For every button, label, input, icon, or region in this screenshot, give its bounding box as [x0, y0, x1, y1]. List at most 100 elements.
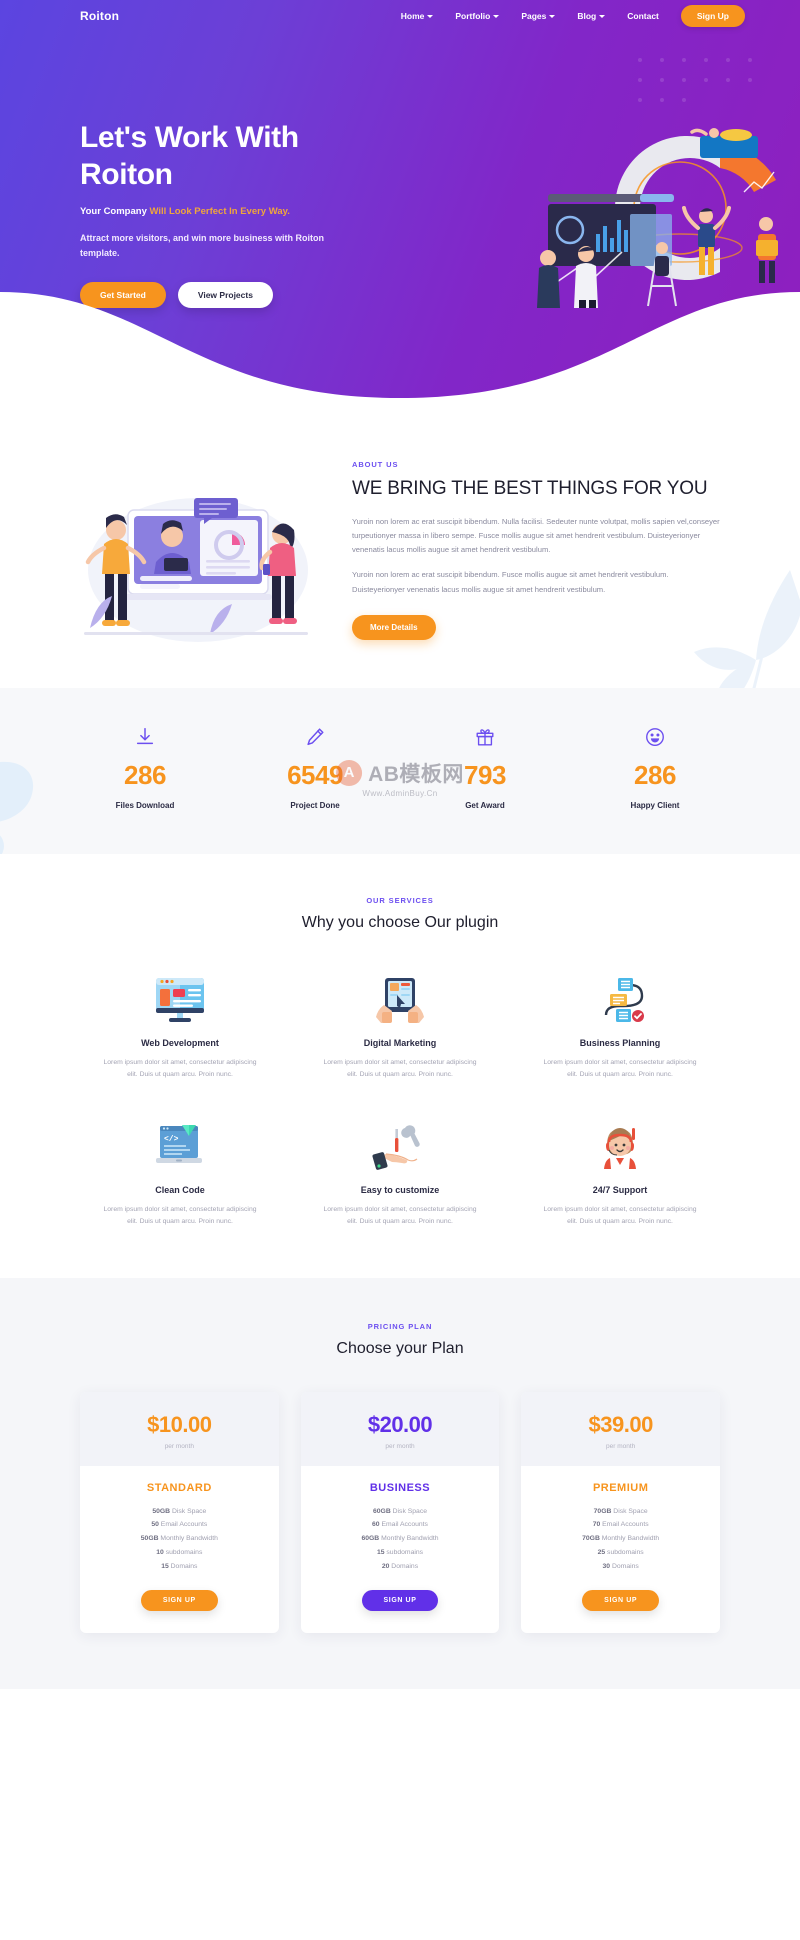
smiley-icon — [570, 724, 740, 750]
pricing-card-header: $10.00 per month — [80, 1391, 279, 1466]
hero-title-line1: Let's Work With — [80, 121, 299, 154]
plan-feature: 70 Email Accounts — [592, 1521, 649, 1529]
service-card-business-planning[interactable]: Business Planning Lorem ipsum dolor sit … — [520, 972, 720, 1081]
service-title: Clean Code — [155, 1184, 205, 1195]
nav-item-home-label: Home — [400, 11, 425, 21]
hero-wave-divider — [0, 292, 800, 420]
about-paragraph-1: Yuroin non lorem ac erat suscipit bibend… — [352, 517, 720, 555]
about-illustration — [84, 498, 308, 642]
chevron-down-icon — [493, 14, 500, 18]
nav-item-pages[interactable]: Pages — [521, 11, 556, 21]
services-eyebrow: OUR SERVICES — [366, 896, 434, 905]
price-amount: $39.00 — [588, 1411, 654, 1437]
price-amount: $20.00 — [367, 1411, 433, 1437]
hero-subtitle-plain: Your Company — [80, 206, 150, 218]
pricing-card-standard: $10.00 per month STANDARD 50GB Disk Spac… — [80, 1391, 279, 1634]
service-title: Easy to customize — [360, 1184, 440, 1195]
service-title: Digital Marketing — [363, 1038, 437, 1048]
monitor-webpage-icon — [86, 972, 274, 1028]
laptop-code-icon: </> — [86, 1119, 274, 1175]
service-description: Lorem ipsum dolor sit amet, consectetur … — [323, 1205, 477, 1225]
pricing-grid: $10.00 per month STANDARD 50GB Disk Spac… — [0, 1391, 800, 1634]
services-title: Why you choose Our plugin — [301, 914, 499, 931]
nav-item-pages-label: Pages — [521, 11, 547, 21]
plan-signup-button[interactable]: SIGN UP — [361, 1590, 439, 1612]
nav-links: Home Portfolio Pages Blog Contact Sign U… — [401, 5, 745, 27]
price-period: per month — [606, 1442, 636, 1450]
plan-feature-list: 70GB Disk Space 70 Email Accounts 70GB M… — [531, 1505, 710, 1575]
service-card-digital-marketing[interactable]: Digital Marketing Lorem ipsum dolor sit … — [300, 972, 500, 1081]
service-title: Web Development — [141, 1038, 219, 1048]
chevron-down-icon — [549, 14, 556, 18]
hero-section: Roiton Home Portfolio Pages Blog Contact… — [0, 0, 800, 420]
plan-feature-list: 50GB Disk Space 50 Email Accounts 50GB M… — [90, 1505, 269, 1575]
service-description: Lorem ipsum dolor sit amet, consectetur … — [543, 1059, 697, 1078]
services-header: OUR SERVICES Why you choose Our plugin — [0, 896, 800, 932]
hero-copy: Let's Work With Roiton Your Company Will… — [80, 32, 410, 308]
service-description: Lorem ipsum dolor sit amet, consectetur … — [543, 1205, 697, 1225]
plan-name: STANDARD — [146, 1481, 212, 1494]
price-amount: $10.00 — [147, 1411, 212, 1437]
plan-feature: 20 Domains — [381, 1563, 419, 1571]
stats-section: 286 Files Download 6549 Project Done 793… — [0, 688, 800, 854]
signup-button[interactable]: Sign Up — [680, 5, 745, 27]
more-details-button[interactable]: More Details — [352, 614, 436, 640]
service-card-clean-code[interactable]: </> Clean Code Lorem ipsum dolor sit ame… — [80, 1119, 280, 1228]
nav-item-home[interactable]: Home — [401, 11, 434, 21]
nav-item-portfolio[interactable]: Portfolio — [455, 11, 500, 21]
stat-value: 286 — [634, 760, 676, 790]
hand-tools-icon — [306, 1119, 494, 1175]
stat-files-download: 286 Files Download — [60, 724, 230, 810]
hero-description: Attract more visitors, and win more busi… — [80, 233, 325, 258]
plan-signup-button[interactable]: SIGN UP — [582, 1590, 660, 1612]
pricing-card-header: $20.00 per month — [300, 1391, 500, 1466]
plan-feature: 70GB Disk Space — [593, 1507, 648, 1515]
stat-get-award: 793 Get Award — [400, 724, 570, 810]
pricing-title: Choose your Plan — [336, 1339, 464, 1357]
plan-feature: 15 Domains — [161, 1563, 198, 1571]
nav-item-blog[interactable]: Blog — [577, 11, 606, 21]
service-card-support[interactable]: 24/7 Support Lorem ipsum dolor sit amet,… — [520, 1119, 720, 1228]
download-icon — [60, 724, 230, 750]
pricing-eyebrow: PRICING PLAN — [367, 1321, 433, 1331]
services-section: OUR SERVICES Why you choose Our plugin W… — [0, 854, 800, 1278]
plan-feature: 10 subdomains — [156, 1549, 203, 1557]
pricing-header: PRICING PLAN Choose your Plan — [0, 1322, 800, 1358]
site-logo[interactable]: Roiton — [80, 9, 119, 23]
nav-item-blog-label: Blog — [577, 11, 597, 21]
service-card-web-development[interactable]: Web Development Lorem ipsum dolor sit am… — [80, 972, 280, 1081]
nav-item-portfolio-label: Portfolio — [455, 11, 491, 21]
pricing-card-premium: $39.00 per month PREMIUM 70GB Disk Space… — [521, 1391, 720, 1634]
plan-signup-button[interactable]: SIGN UP — [140, 1590, 218, 1612]
about-eyebrow: ABOUT US — [352, 460, 399, 469]
pricing-card-body: PREMIUM 70GB Disk Space 70 Email Account… — [521, 1466, 720, 1634]
chevron-down-icon — [427, 14, 434, 18]
stat-value: 6549 — [287, 760, 343, 790]
pricing-card-body: BUSINESS 60GB Disk Space 60 Email Accoun… — [301, 1466, 500, 1634]
service-title: Business Planning — [579, 1038, 661, 1048]
service-title: 24/7 Support — [592, 1184, 648, 1195]
top-navigation: Roiton Home Portfolio Pages Blog Contact… — [0, 0, 800, 32]
plan-feature: 70GB Monthly Bandwidth — [582, 1535, 660, 1543]
gift-icon — [400, 724, 570, 750]
plan-feature-list: 60GB Disk Space 60 Email Accounts 60GB M… — [311, 1505, 490, 1575]
support-agent-icon — [526, 1119, 714, 1175]
plan-feature: 60 Email Accounts — [372, 1521, 428, 1529]
service-description: Lorem ipsum dolor sit amet, consectetur … — [103, 1205, 257, 1225]
hero-title: Let's Work With Roiton — [80, 120, 410, 193]
plan-feature: 50GB Monthly Bandwidth — [140, 1535, 218, 1543]
nav-item-contact[interactable]: Contact — [627, 11, 659, 21]
plan-feature: 25 subdomains — [597, 1549, 644, 1557]
about-paragraph-2: Yuroin non lorem ac erat suscipit bibend… — [352, 570, 669, 594]
stat-label: Get Award — [465, 801, 505, 810]
about-heading: WE BRING THE BEST THINGS FOR YOU — [352, 478, 708, 499]
service-card-easy-to-customize[interactable]: Easy to customize Lorem ipsum dolor sit … — [300, 1119, 500, 1228]
stat-value: 286 — [124, 760, 166, 790]
plan-feature: 50GB Disk Space — [152, 1507, 207, 1515]
nav-item-contact-label: Contact — [627, 11, 659, 21]
tablet-hands-icon — [306, 972, 494, 1028]
pricing-card-header: $39.00 per month — [521, 1391, 720, 1466]
plan-feature: 15 subdomains — [376, 1549, 424, 1557]
plan-feature: 60GB Disk Space — [372, 1507, 427, 1515]
plan-name: PREMIUM — [592, 1481, 649, 1494]
